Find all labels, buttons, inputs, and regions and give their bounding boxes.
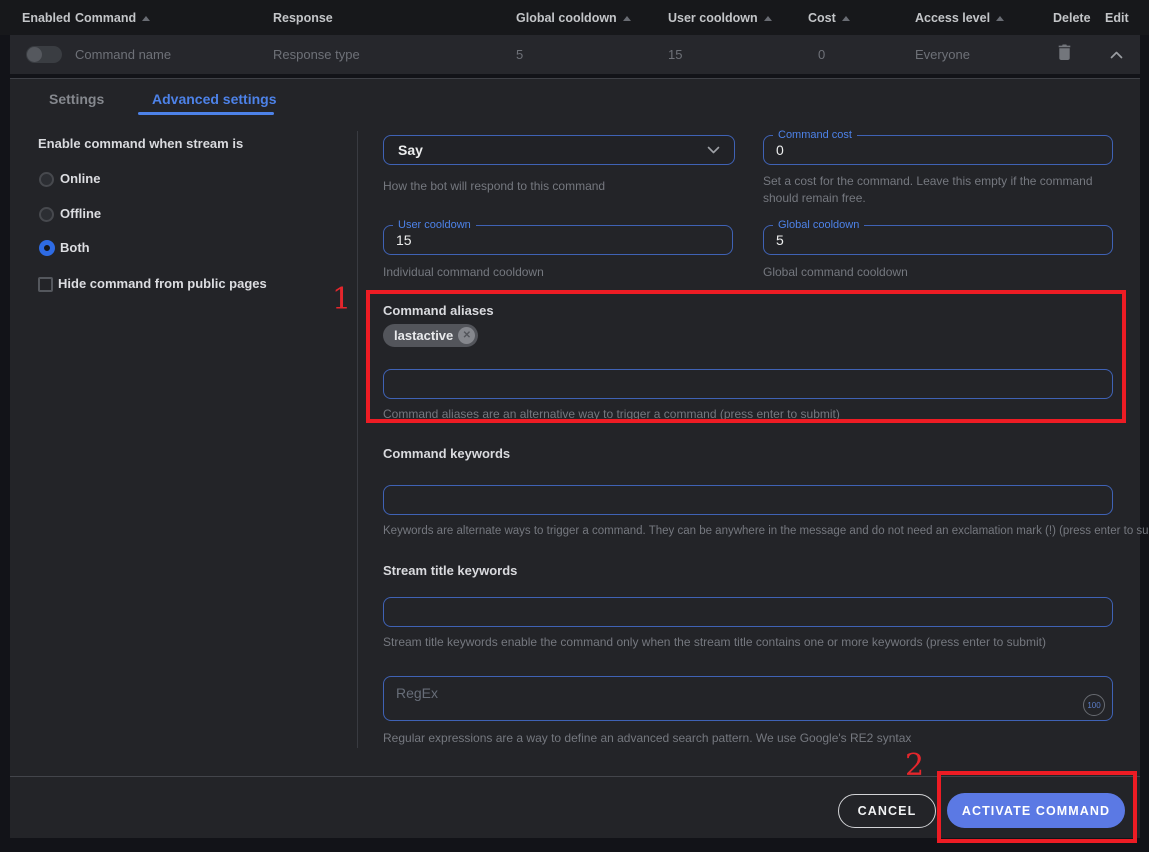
- stream-state-title: Enable command when stream is: [38, 136, 243, 151]
- tab-advanced-settings[interactable]: Advanced settings: [152, 91, 276, 107]
- char-counter-badge: 100: [1083, 694, 1105, 716]
- column-global-cooldown[interactable]: Global cooldown: [516, 0, 631, 35]
- radio-both-label[interactable]: Both: [60, 240, 90, 255]
- user-cooldown-field[interactable]: User cooldown: [383, 225, 733, 255]
- keywords-input[interactable]: [383, 485, 1113, 515]
- column-delete: Delete: [1053, 0, 1091, 35]
- user-cooldown-helper: Individual command cooldown: [383, 265, 544, 279]
- column-access-level[interactable]: Access level: [915, 0, 1004, 35]
- footer-divider: [10, 776, 1140, 777]
- radio-both[interactable]: [39, 240, 55, 256]
- cancel-button[interactable]: CANCEL: [838, 794, 936, 828]
- column-cost[interactable]: Cost: [808, 0, 850, 35]
- aliases-helper: Command aliases are an alternative way t…: [383, 407, 840, 421]
- command-edit-panel: Settings Advanced settings Enable comman…: [10, 78, 1140, 838]
- column-command[interactable]: Command: [75, 0, 150, 35]
- sort-asc-icon: [142, 16, 150, 21]
- remove-alias-icon[interactable]: ✕: [458, 327, 475, 344]
- active-tab-indicator: [138, 112, 274, 115]
- command-name-cell: Command name: [75, 35, 171, 74]
- alias-chip-label: lastactive: [394, 328, 453, 343]
- toggle-knob: [27, 47, 42, 62]
- user-cooldown-cell: 15: [668, 35, 682, 74]
- trash-icon: [1058, 44, 1071, 65]
- stream-title-keywords-helper: Stream title keywords enable the command…: [383, 635, 1046, 649]
- radio-online[interactable]: [39, 172, 54, 187]
- collapse-row-button[interactable]: [1110, 35, 1123, 74]
- command-cost-label: Command cost: [773, 129, 857, 141]
- access-level-cell: Everyone: [915, 35, 970, 74]
- regex-input[interactable]: [383, 676, 1113, 721]
- cost-cell: 0: [818, 35, 825, 74]
- enabled-toggle[interactable]: [26, 46, 62, 63]
- global-cooldown-field[interactable]: Global cooldown: [763, 225, 1113, 255]
- aliases-title: Command aliases: [383, 303, 494, 318]
- alias-chip: lastactive ✕: [383, 324, 478, 347]
- aliases-input[interactable]: [383, 369, 1113, 399]
- hide-command-checkbox[interactable]: [38, 277, 53, 292]
- keywords-helper: Keywords are alternate ways to trigger a…: [383, 525, 1149, 537]
- column-response: Response: [273, 0, 333, 35]
- column-edit: Edit: [1105, 0, 1129, 35]
- global-cooldown-helper: Global command cooldown: [763, 265, 908, 279]
- sort-asc-icon: [623, 16, 631, 21]
- tab-settings[interactable]: Settings: [49, 91, 104, 107]
- column-user-cooldown[interactable]: User cooldown: [668, 0, 772, 35]
- sort-asc-icon: [996, 16, 1004, 21]
- command-editor-page: Enabled Command Response Global cooldown…: [0, 0, 1149, 852]
- response-type-cell: Response type: [273, 35, 360, 74]
- global-cooldown-cell: 5: [516, 35, 523, 74]
- regex-helper: Regular expressions are a way to define …: [383, 731, 911, 745]
- sort-asc-icon: [764, 16, 772, 21]
- sort-asc-icon: [842, 16, 850, 21]
- activate-command-button[interactable]: ACTIVATE COMMAND: [947, 793, 1125, 828]
- user-cooldown-label: User cooldown: [393, 219, 476, 231]
- hide-command-label[interactable]: Hide command from public pages: [58, 276, 267, 291]
- commands-table-header: Enabled Command Response Global cooldown…: [0, 0, 1149, 35]
- radio-offline[interactable]: [39, 207, 54, 222]
- chevron-down-icon: [707, 141, 720, 159]
- panel-divider: [357, 131, 358, 748]
- command-cost-helper: Set a cost for the command. Leave this e…: [763, 173, 1131, 208]
- global-cooldown-label: Global cooldown: [773, 219, 864, 231]
- command-row: Command name Response type 5 15 0 Everyo…: [10, 35, 1140, 74]
- command-cost-field[interactable]: Command cost: [763, 135, 1113, 165]
- delete-button[interactable]: [1058, 35, 1071, 74]
- keywords-title: Command keywords: [383, 446, 510, 461]
- regex-field: 100: [383, 676, 1113, 721]
- radio-online-label[interactable]: Online: [60, 171, 100, 186]
- stream-title-keywords-title: Stream title keywords: [383, 563, 517, 578]
- response-type-value: Say: [398, 142, 707, 158]
- response-type-helper: How the bot will respond to this command: [383, 179, 605, 193]
- stream-title-keywords-input[interactable]: [383, 597, 1113, 627]
- response-type-select[interactable]: Say: [383, 135, 735, 165]
- radio-offline-label[interactable]: Offline: [60, 206, 101, 221]
- chevron-up-icon: [1110, 46, 1123, 64]
- column-enabled: Enabled: [22, 0, 71, 35]
